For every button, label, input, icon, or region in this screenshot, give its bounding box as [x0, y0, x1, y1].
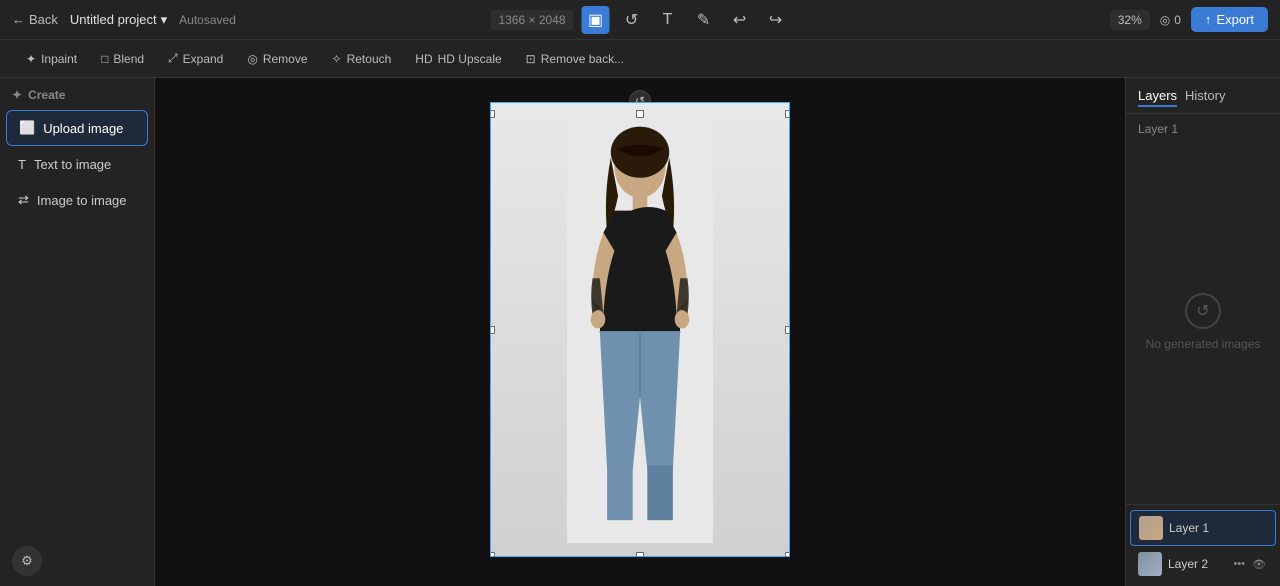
upscale-button[interactable]: HD HD Upscale: [405, 48, 511, 70]
blend-icon: □: [101, 52, 108, 66]
export-button[interactable]: ↑ Export: [1191, 7, 1268, 32]
topbar-left: ← Back Untitled project ▾ Autosaved: [12, 12, 236, 28]
resize-handle-tc[interactable]: [636, 110, 644, 118]
text-to-image-icon: T: [18, 157, 26, 172]
topbar-center: 1366 × 2048 ▣ ↺ T ✎ ↩ ↪: [490, 6, 789, 34]
layers-section: Layer 1 Layer 2 ••• 👁: [1126, 504, 1280, 586]
top-layer-label: Layer 1: [1126, 114, 1280, 140]
create-section-header: ✦ Create: [0, 78, 154, 110]
retouch-label: Retouch: [347, 52, 392, 66]
top-layer-name: Layer 1: [1138, 122, 1178, 136]
right-panel-header: Layers History: [1126, 78, 1280, 114]
sidebar-item-text-to-image[interactable]: T Text to image: [6, 148, 148, 181]
canvas-size-label: 1366 × 2048: [490, 10, 573, 30]
upload-image-icon: ⬜: [19, 120, 35, 136]
resize-handle-br[interactable]: [785, 552, 790, 557]
crop-tool-button[interactable]: ↺: [618, 6, 646, 34]
remove-background-button[interactable]: ⊡ Remove back...: [516, 48, 634, 70]
resize-handle-bc[interactable]: [636, 552, 644, 557]
retouch-icon: ✧: [332, 52, 342, 66]
select-tool-button[interactable]: ▣: [582, 6, 610, 34]
zoom-indicator[interactable]: 32%: [1110, 10, 1150, 30]
layer-1-thumbnail: [1139, 516, 1163, 540]
credits-count: 0: [1174, 13, 1181, 27]
text-tool-button[interactable]: T: [654, 6, 682, 34]
right-panel-tabs: Layers History: [1138, 88, 1225, 107]
remove-button[interactable]: ◎ Remove: [237, 48, 317, 70]
upscale-label: HD Upscale: [438, 52, 502, 66]
topbar-right: 32% ◎ 0 ↑ Export: [1110, 7, 1268, 32]
refresh-circle-icon: ↺: [1196, 301, 1209, 321]
project-name[interactable]: Untitled project ▾: [70, 12, 167, 28]
redo-button[interactable]: ↪: [762, 6, 790, 34]
expand-icon: ⤢: [168, 51, 178, 66]
chevron-down-icon: ▾: [161, 12, 168, 28]
resize-handle-tr[interactable]: [785, 110, 790, 118]
create-label: Create: [28, 88, 65, 102]
image-to-image-icon: ⇄: [18, 192, 29, 208]
remove-background-label: Remove back...: [541, 52, 624, 66]
upload-image-label: Upload image: [43, 121, 123, 136]
topbar: ← Back Untitled project ▾ Autosaved 1366…: [0, 0, 1280, 40]
remove-label: Remove: [263, 52, 308, 66]
project-name-label: Untitled project: [70, 12, 157, 27]
back-button[interactable]: ← Back: [12, 12, 58, 27]
blend-label: Blend: [113, 52, 144, 66]
layer-2-more-button[interactable]: •••: [1231, 557, 1247, 571]
blend-button[interactable]: □ Blend: [91, 48, 154, 70]
canvas-wrapper: ↺: [490, 92, 790, 572]
retouch-button[interactable]: ✧ Retouch: [322, 48, 402, 70]
image-to-image-label: Image to image: [37, 193, 127, 208]
back-arrow-icon: ←: [12, 12, 25, 27]
pen-tool-button[interactable]: ✎: [690, 6, 718, 34]
resize-handle-mr[interactable]: [785, 326, 790, 334]
credits-badge: ◎ 0: [1160, 13, 1181, 27]
left-panel: ✦ Create ⬜ Upload image T Text to image …: [0, 78, 155, 586]
credits-icon: ◎: [1160, 13, 1170, 27]
canvas-image-container: [490, 102, 790, 557]
tab-history[interactable]: History: [1185, 88, 1225, 107]
right-panel: Layers History Layer 1 ↺ No generated im…: [1125, 78, 1280, 586]
tab-layers[interactable]: Layers: [1138, 88, 1177, 107]
inpaint-button[interactable]: ✦ Inpaint: [16, 48, 87, 70]
back-label: Back: [29, 12, 58, 27]
layer-2-name: Layer 2: [1168, 557, 1225, 571]
hd-icon: HD: [415, 52, 432, 66]
layer-item-2[interactable]: Layer 2 ••• 👁: [1130, 547, 1276, 581]
layer-item-1[interactable]: Layer 1: [1130, 510, 1276, 546]
no-generated-images-area: ↺ No generated images: [1126, 140, 1280, 504]
create-icon: ✦: [12, 88, 22, 102]
sidebar-item-upload-image[interactable]: ⬜ Upload image: [6, 110, 148, 146]
expand-label: Expand: [183, 52, 224, 66]
resize-handle-ml[interactable]: [490, 326, 495, 334]
no-images-text: No generated images: [1146, 337, 1261, 351]
text-to-image-label: Text to image: [34, 157, 111, 172]
export-icon: ↑: [1205, 12, 1212, 27]
layer-2-actions: ••• 👁: [1231, 557, 1268, 572]
remove-icon: ◎: [247, 52, 257, 66]
fashion-image: [491, 103, 789, 556]
secondary-toolbar: ✦ Inpaint □ Blend ⤢ Expand ◎ Remove ✧ Re…: [0, 40, 1280, 78]
settings-button[interactable]: ⚙: [12, 546, 42, 576]
settings-icon: ⚙: [21, 553, 33, 569]
person-silhouette: [560, 123, 720, 543]
sidebar-item-image-to-image[interactable]: ⇄ Image to image: [6, 183, 148, 217]
inpaint-label: Inpaint: [41, 52, 77, 66]
layer-2-thumbnail: [1138, 552, 1162, 576]
resize-handle-bl[interactable]: [490, 552, 495, 557]
layer-1-name: Layer 1: [1169, 521, 1267, 535]
layer-2-visibility-button[interactable]: 👁: [1250, 557, 1268, 572]
expand-button[interactable]: ⤢ Expand: [158, 47, 233, 70]
remove-bg-icon: ⊡: [526, 52, 536, 66]
main-layout: ✦ Create ⬜ Upload image T Text to image …: [0, 78, 1280, 586]
inpaint-icon: ✦: [26, 52, 36, 66]
autosaved-label: Autosaved: [179, 13, 236, 27]
resize-handle-tl[interactable]: [490, 110, 495, 118]
export-label: Export: [1216, 12, 1254, 27]
undo-button[interactable]: ↩: [726, 6, 754, 34]
no-images-icon: ↺: [1185, 293, 1221, 329]
canvas-area[interactable]: ↺: [155, 78, 1125, 586]
sidebar-bottom: ⚙: [0, 536, 154, 586]
